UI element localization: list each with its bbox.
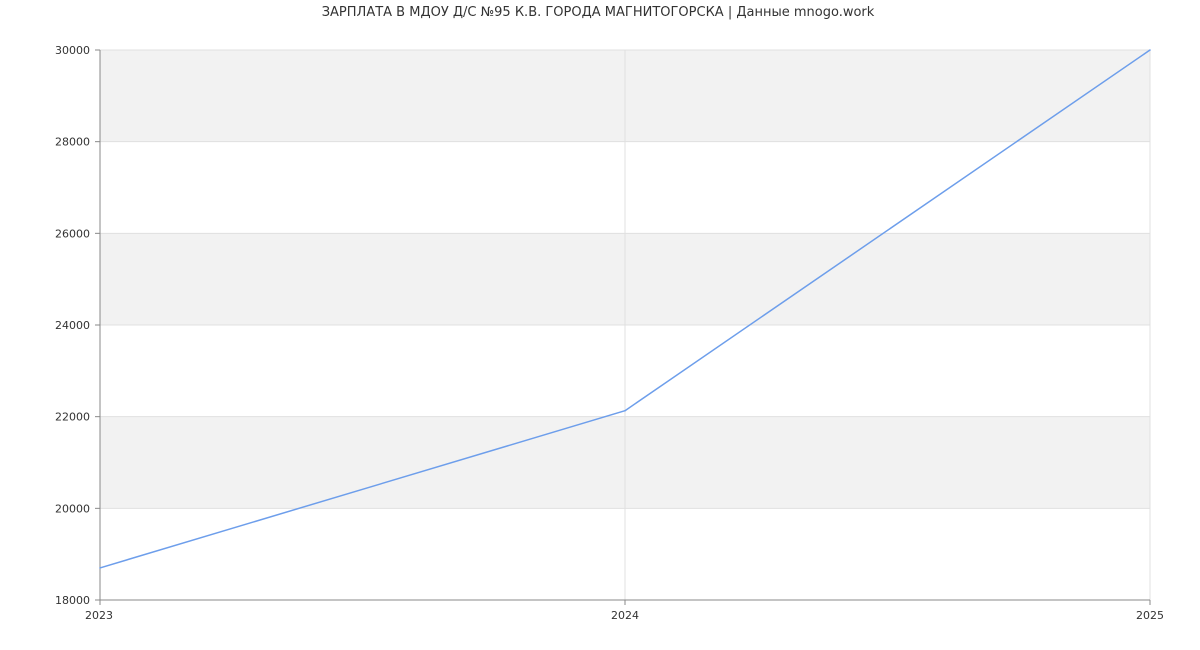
x-tick-label: 2023 (85, 609, 113, 622)
data-point (99, 567, 101, 569)
chart-title: ЗАРПЛАТА В МДОУ Д/С №95 К.В. ГОРОДА МАГН… (322, 5, 875, 20)
data-point (624, 409, 626, 412)
y-tick-label: 30000 (55, 44, 90, 57)
y-tick-label: 18000 (55, 594, 90, 607)
data-point (1149, 49, 1151, 51)
chart-container: 18000 20000 22000 24000 26000 28000 30000 2023 2… (0, 0, 1200, 650)
y-tick-label: 22000 (55, 411, 90, 424)
y-tick-label: 26000 (55, 227, 90, 240)
x-tick-label: 2024 (611, 609, 639, 622)
y-tick-label: 28000 (55, 136, 90, 149)
x-tick-label: 2025 (1136, 609, 1164, 622)
line-chart: 18000 20000 22000 24000 26000 28000 30000 2023 2… (55, 5, 1164, 622)
y-tick-label: 24000 (55, 319, 90, 332)
y-tick-label: 20000 (55, 502, 90, 515)
